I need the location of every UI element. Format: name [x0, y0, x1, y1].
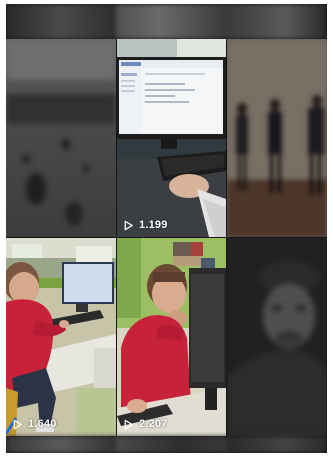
play-icon: [124, 220, 133, 230]
bottom-row-partial: [6, 436, 327, 453]
play-icon: [13, 419, 22, 429]
tile-boy-thinking-image: [117, 238, 226, 436]
tile-blurred-portrait[interactable]: [227, 238, 327, 436]
tile-partial-2[interactable]: [116, 4, 226, 39]
tile-partial-4[interactable]: [6, 436, 116, 453]
tile-blurred-people[interactable]: [227, 39, 327, 237]
tile-blurred-texture[interactable]: [6, 39, 116, 237]
view-count: 1.199: [123, 219, 168, 231]
tile-partial-1[interactable]: [6, 4, 116, 39]
play-icon: [124, 419, 133, 429]
tile-blurred-people-image: [227, 39, 327, 237]
top-row-partial: [6, 4, 327, 39]
tile-screen-hand[interactable]: 1.199: [117, 39, 226, 237]
view-count-text: 2.207: [139, 418, 168, 430]
video-grid-page: 1.199 1.640 2.207: [0, 0, 333, 458]
tile-boy-computer-room-image: [6, 238, 116, 436]
tile-screen-hand-image: [117, 39, 226, 237]
tile-partial-6[interactable]: [226, 436, 327, 453]
tile-partial-5[interactable]: [116, 436, 226, 453]
tile-blurred-portrait-image: [227, 238, 327, 436]
tile-boy-thinking[interactable]: 2.207: [117, 238, 226, 436]
video-grid: 1.199 1.640 2.207: [6, 4, 327, 453]
tile-blurred-texture-image: [6, 39, 116, 237]
view-count: 1.640: [12, 418, 57, 430]
view-count-text: 1.199: [139, 219, 168, 231]
view-count: 2.207: [123, 418, 168, 430]
tile-boy-computer-room[interactable]: 1.640: [6, 238, 116, 436]
view-count-text: 1.640: [28, 418, 57, 430]
tile-partial-3[interactable]: [226, 4, 327, 39]
